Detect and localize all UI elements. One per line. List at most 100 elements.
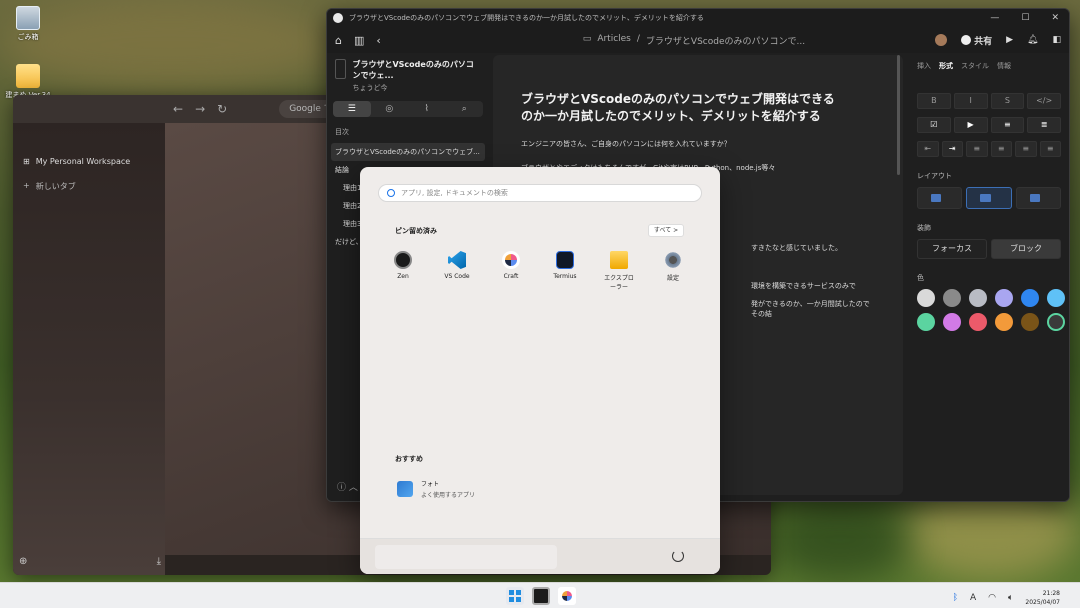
align-format-row: ⇤ ⇥ ≡ ≡ ≡ ≡ <box>917 141 1061 157</box>
new-tab-button[interactable]: + 新しいタブ <box>23 181 76 192</box>
breadcrumb-root[interactable]: Articles <box>597 34 631 47</box>
color-swatch[interactable] <box>995 313 1013 331</box>
back-icon[interactable]: ← <box>173 102 183 116</box>
sidebar-toggle-icon[interactable]: ▥ <box>354 34 364 47</box>
pinned-app-vscode[interactable]: VS Code <box>440 251 474 291</box>
all-apps-button[interactable]: すべて > <box>648 224 684 237</box>
align-right-button[interactable]: ≡ <box>1015 141 1037 157</box>
italic-button[interactable]: I <box>953 93 988 109</box>
search-input[interactable]: アプリ, 設定, ドキュメントの検索 <box>401 188 508 198</box>
pinned-app-craft[interactable]: Craft <box>494 251 528 291</box>
tab-info[interactable]: 情報 <box>997 61 1011 71</box>
paragraph[interactable]: すきたなと感じていました。 <box>751 243 875 253</box>
share-button[interactable]: 共有 <box>961 34 992 47</box>
add-workspace-icon[interactable]: ⊕ <box>19 556 27 567</box>
toc-item[interactable]: ブラウザとVScodeのみのパソコンでウェブ... <box>331 143 485 161</box>
home-icon[interactable]: ⌂ <box>335 34 342 47</box>
layout-option-wide[interactable] <box>1015 187 1061 209</box>
back-icon[interactable]: ‹ <box>376 34 380 47</box>
bullet-list-button[interactable]: ≡ <box>990 117 1025 133</box>
forward-icon[interactable]: → <box>195 102 205 116</box>
bold-button[interactable]: B <box>917 93 951 109</box>
list-format-row: ☑ ▶ ≡ ≣ <box>917 117 1061 133</box>
taskbar-zen-icon[interactable] <box>532 587 550 605</box>
align-left-button[interactable]: ≡ <box>966 141 988 157</box>
download-icon[interactable]: ⤓ <box>157 556 161 567</box>
indent-button[interactable]: ⇥ <box>941 141 963 157</box>
present-icon[interactable]: ▶ <box>1006 35 1013 45</box>
bluetooth-icon[interactable]: ᛒ <box>953 593 958 603</box>
pinned-app-termius[interactable]: Termius <box>548 251 582 291</box>
color-swatch[interactable] <box>943 289 961 307</box>
document-heading[interactable]: ブラウザとVScodeのみのパソコンでウェブ開発はできるのか一か月試したのでメリ… <box>521 91 841 125</box>
search-tab-icon[interactable]: ⌕ <box>446 101 484 117</box>
breadcrumb-doc[interactable]: ブラウザとVScodeのみのパソコンで... <box>646 34 805 47</box>
color-swatch[interactable] <box>995 289 1013 307</box>
color-swatch[interactable] <box>1021 289 1039 307</box>
align-center-button[interactable]: ≡ <box>990 141 1012 157</box>
recommended-title: おすすめ <box>395 455 423 463</box>
format-panel: 挿入 形式 スタイル 情報 B I S </> ☑ ▶ ≡ ≣ ⇤ ⇥ ≡ ≡ … <box>909 53 1069 501</box>
power-icon[interactable] <box>672 550 684 562</box>
numbered-list-button[interactable]: ≣ <box>1027 117 1061 133</box>
strikethrough-button[interactable]: S <box>990 93 1025 109</box>
attachments-tab-icon[interactable]: ⌇ <box>408 101 446 117</box>
bell-icon[interactable]: 🔔︎ <box>1027 35 1038 45</box>
scrollbar[interactable] <box>897 55 900 175</box>
code-button[interactable]: </> <box>1027 93 1061 109</box>
start-search-box[interactable]: アプリ, 設定, ドキュメントの検索 <box>378 184 702 202</box>
user-account-button[interactable] <box>375 545 557 569</box>
pinned-title: ピン留め済み <box>395 227 437 235</box>
toc-tab-icon[interactable]: ☰ <box>333 101 371 117</box>
volume-icon[interactable]: 🔈︎ <box>1008 593 1013 603</box>
reload-icon[interactable]: ↻ <box>217 102 227 116</box>
decoration-block-button[interactable]: ブロック <box>991 239 1061 259</box>
color-swatch[interactable] <box>1047 289 1065 307</box>
workspace-selector[interactable]: ⊞ My Personal Workspace <box>23 157 130 166</box>
color-swatch[interactable] <box>969 289 987 307</box>
color-swatch[interactable] <box>943 313 961 331</box>
minimize-icon[interactable]: — <box>990 13 999 23</box>
color-swatch[interactable] <box>1047 313 1065 331</box>
align-justify-button[interactable]: ≡ <box>1039 141 1061 157</box>
layout-option-left[interactable] <box>917 187 963 209</box>
pinned-app-zen[interactable]: Zen <box>386 251 420 291</box>
tasks-tab-icon[interactable]: ◎ <box>371 101 409 117</box>
avatar[interactable] <box>935 34 948 46</box>
close-icon[interactable]: ✕ <box>1051 13 1059 23</box>
start-button-icon[interactable] <box>506 587 524 605</box>
paragraph[interactable]: 発ができるのか、一か月間試したのでその結 <box>751 299 875 319</box>
pinned-app-explorer[interactable]: エクスプローラー <box>602 251 636 291</box>
tab-format[interactable]: 形式 <box>939 61 953 71</box>
input-method-indicator[interactable]: A <box>970 593 976 603</box>
checkbox-button[interactable]: ☑ <box>917 117 951 133</box>
paragraph[interactable]: 環境を構築できるサービスのみで <box>751 281 875 291</box>
toggle-button[interactable]: ▶ <box>953 117 988 133</box>
share-icon <box>961 35 972 45</box>
clock[interactable]: 21:28 2025/04/07 <box>1025 589 1060 607</box>
recommended-item[interactable]: フォト よく使用するアプリ <box>397 479 475 499</box>
craft-icon <box>502 251 520 269</box>
outdent-button[interactable]: ⇤ <box>917 141 939 157</box>
tab-insert[interactable]: 挿入 <box>917 61 931 71</box>
breadcrumb-separator: / <box>636 33 640 44</box>
app-label: Zen <box>397 273 409 280</box>
photos-icon <box>397 481 413 497</box>
taskbar-craft-icon[interactable] <box>558 587 576 605</box>
color-swatch[interactable] <box>1021 313 1039 331</box>
format-panel-tabs: 挿入 形式 スタイル 情報 <box>917 61 1061 71</box>
color-swatch[interactable] <box>917 313 935 331</box>
color-swatch[interactable] <box>969 313 987 331</box>
panel-toggle-icon[interactable]: ◧ <box>1052 35 1061 45</box>
decoration-focus-button[interactable]: フォーカス <box>917 239 987 259</box>
layout-option-center[interactable] <box>966 187 1012 209</box>
tab-style[interactable]: スタイル <box>961 61 989 71</box>
help-icon[interactable]: ⓘ ︿ <box>337 480 358 493</box>
paragraph[interactable]: エンジニアの皆さん、ご自身のパソコンには何を入れていますか？ <box>521 139 875 149</box>
color-swatches <box>917 289 1065 331</box>
maximize-icon[interactable]: ☐ <box>1021 13 1029 23</box>
pinned-app-settings[interactable]: 設定 <box>656 251 690 291</box>
wifi-icon[interactable]: ◠ <box>988 593 996 603</box>
color-swatch[interactable] <box>917 289 935 307</box>
recycle-bin-desktop-icon[interactable]: ごみ箱 <box>4 6 52 42</box>
